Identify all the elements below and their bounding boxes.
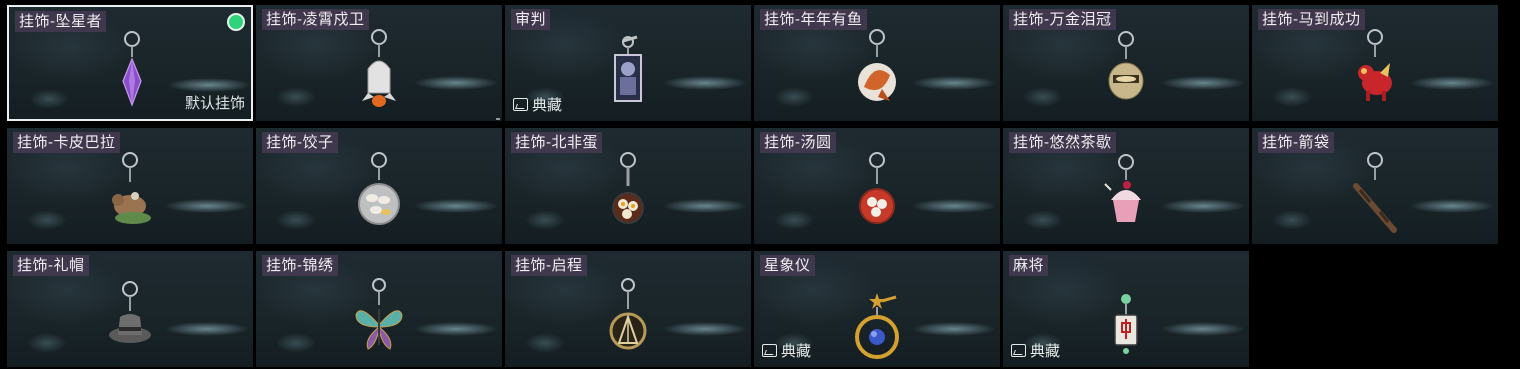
charm-card-3[interactable]: 审判 典藏 (505, 5, 751, 121)
dumpling-charm-icon (354, 150, 404, 242)
charm-card-4[interactable]: 挂饰-年年有鱼 (754, 5, 1000, 121)
charm-name: 审判 (511, 9, 551, 30)
butterfly-charm-icon (354, 273, 404, 365)
tangyuan-charm-icon (852, 150, 902, 242)
charm-card-14[interactable]: 挂饰-锦绣 (256, 251, 502, 367)
charm-name: 麻将 (1009, 255, 1049, 276)
charm-card-16[interactable]: 星象仪 典藏 (754, 251, 1000, 367)
collection-badge: 典藏 (1011, 340, 1060, 361)
charm-name: 挂饰-万金泪冠 (1009, 9, 1116, 30)
card-charm-icon (603, 27, 653, 119)
image-icon (1011, 344, 1026, 357)
charm-name: 挂饰-礼帽 (13, 255, 89, 276)
charm-card-8[interactable]: 挂饰-饺子 (256, 128, 502, 244)
charm-card-9[interactable]: 挂饰-北非蛋 (505, 128, 751, 244)
charm-card-6[interactable]: 挂饰-马到成功 (1252, 5, 1498, 121)
charm-card-17[interactable]: 麻将 典藏 (1003, 251, 1249, 367)
fish-charm-icon (852, 27, 902, 119)
charm-card-1[interactable]: 挂饰-坠星者 默认挂饰 (7, 5, 253, 121)
shakshuka-charm-icon (603, 150, 653, 242)
charm-name: 挂饰-年年有鱼 (760, 9, 867, 30)
charm-name: 挂饰-凌霄戍卫 (262, 9, 369, 30)
purple-crystal-charm-icon (107, 29, 157, 119)
charm-name: 挂饰-饺子 (262, 132, 338, 153)
charm-card-7[interactable]: 挂饰-卡皮巴拉 (7, 128, 253, 244)
charm-name: 挂饰-北非蛋 (511, 132, 602, 153)
astrolabe-charm-icon (852, 273, 902, 365)
charm-card-2[interactable]: 挂饰-凌霄戍卫 (256, 5, 502, 121)
image-icon (513, 98, 528, 111)
charm-name: 挂饰-坠星者 (15, 11, 106, 32)
capybara-charm-icon (105, 150, 155, 242)
charm-name: 挂饰-锦绣 (262, 255, 338, 276)
mahjong-tile-charm-icon (1101, 273, 1151, 365)
charm-grid: 挂饰-坠星者 默认挂饰 挂饰-凌霄戍卫 审判 典藏 挂饰-年年有鱼 挂饰-万金泪… (0, 0, 1520, 369)
charm-card-5[interactable]: 挂饰-万金泪冠 (1003, 5, 1249, 121)
charm-card-15[interactable]: 挂饰-启程 (505, 251, 751, 367)
charm-card-11[interactable]: 挂饰-悠然茶歇 (1003, 128, 1249, 244)
equipped-indicator-icon (229, 15, 243, 29)
charm-name: 挂饰-卡皮巴拉 (13, 132, 120, 153)
top-hat-charm-icon (105, 273, 155, 365)
charm-card-13[interactable]: 挂饰-礼帽 (7, 251, 253, 367)
charm-card-12[interactable]: 挂饰-箭袋 (1252, 128, 1498, 244)
charm-card-10[interactable]: 挂饰-汤圆 (754, 128, 1000, 244)
charm-name: 挂饰-悠然茶歇 (1009, 132, 1116, 153)
charm-name: 挂饰-汤圆 (760, 132, 836, 153)
corner-mark (496, 118, 500, 120)
default-charm-label: 默认挂饰 (184, 95, 245, 112)
charm-name: 挂饰-马到成功 (1258, 9, 1365, 30)
quiver-charm-icon (1350, 150, 1400, 242)
rocket-charm-icon (354, 27, 404, 119)
red-horse-charm-icon (1350, 27, 1400, 119)
collection-badge: 典藏 (762, 340, 811, 361)
collection-badge: 典藏 (513, 94, 562, 115)
compass-charm-icon (603, 273, 653, 365)
image-icon (762, 344, 777, 357)
cupcake-charm-icon (1101, 150, 1151, 242)
gold-crown-charm-icon (1101, 27, 1151, 119)
charm-name: 挂饰-启程 (511, 255, 587, 276)
charm-name: 挂饰-箭袋 (1258, 132, 1334, 153)
charm-name: 星象仪 (760, 255, 815, 276)
